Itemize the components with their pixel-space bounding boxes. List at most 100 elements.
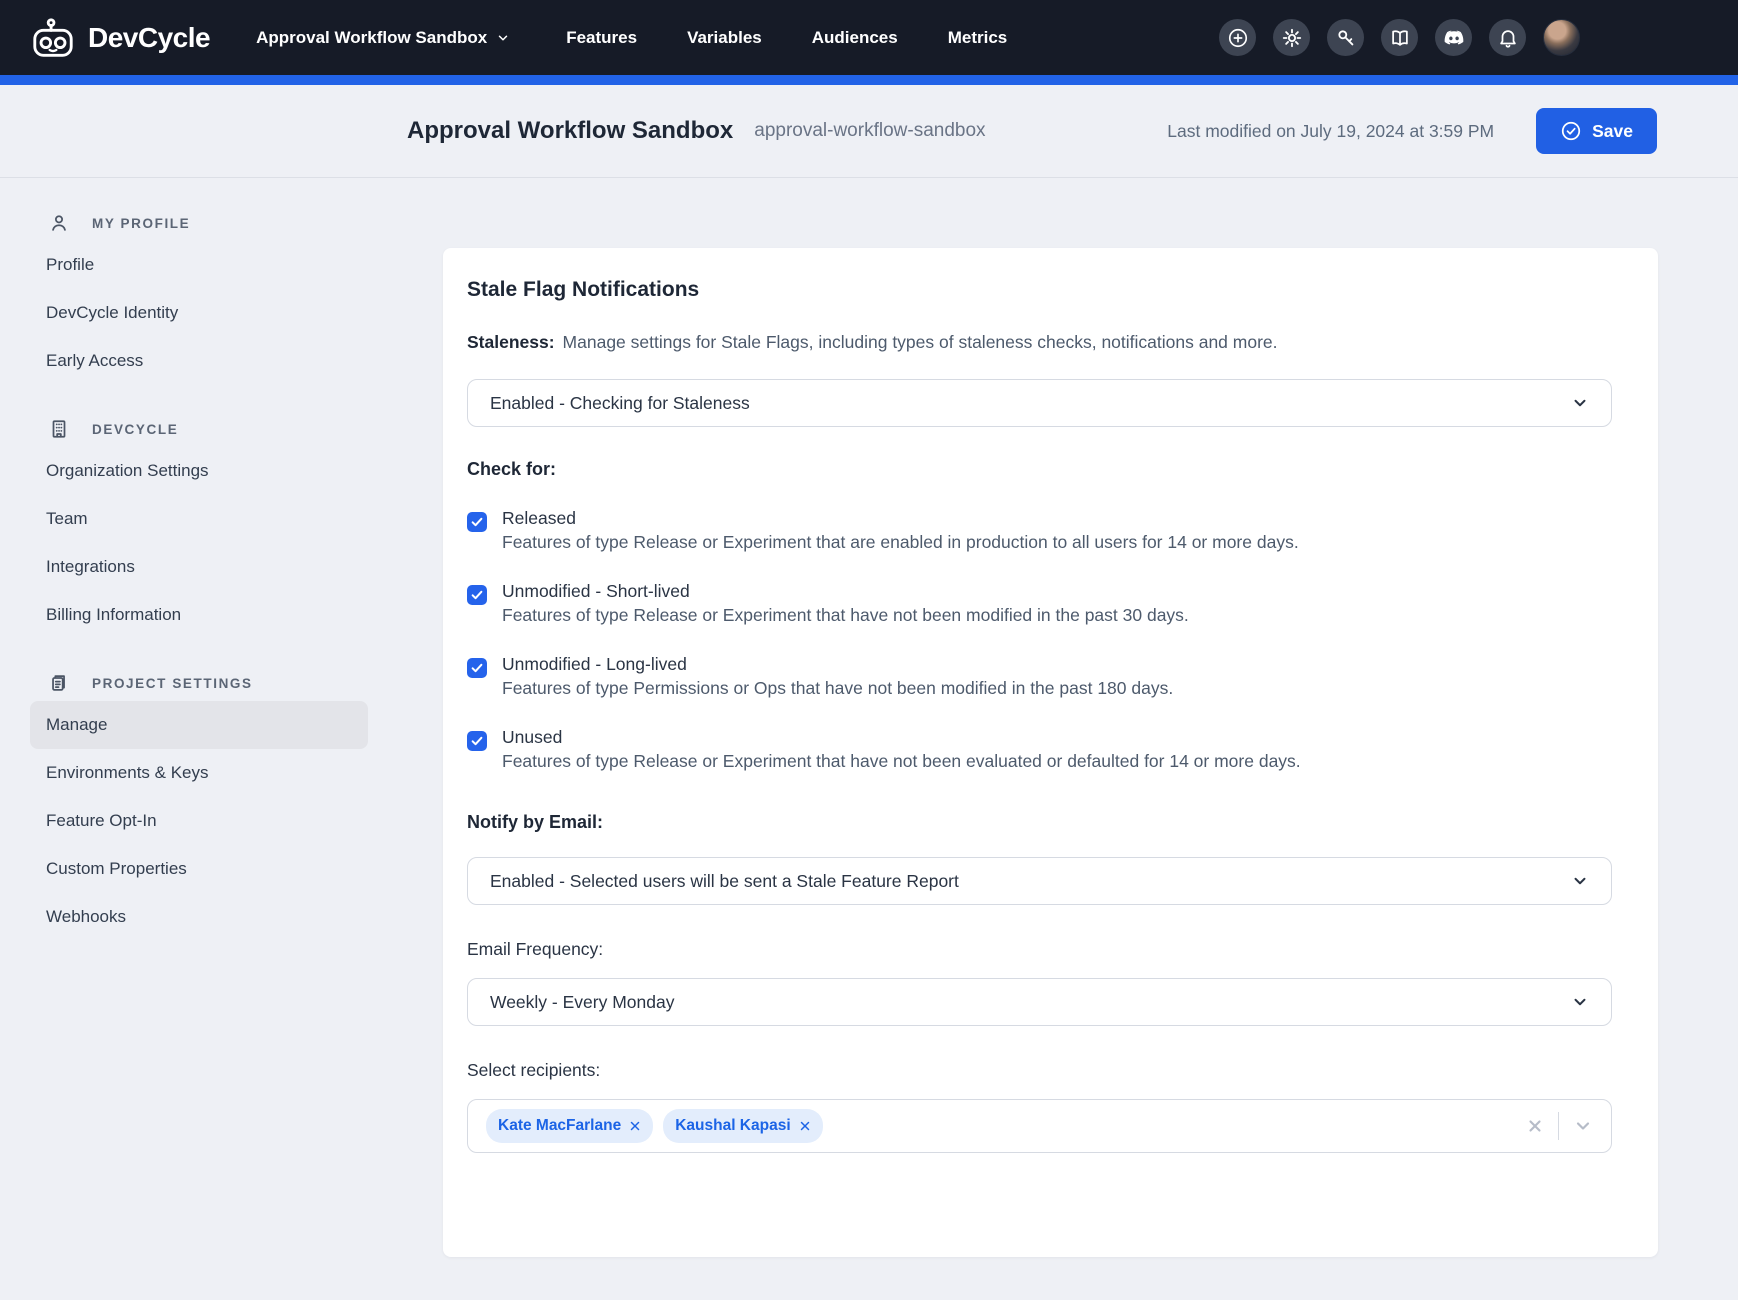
divider bbox=[1558, 1112, 1559, 1140]
top-nav-actions bbox=[1219, 19, 1580, 56]
sidebar-item-devcycle-identity[interactable]: DevCycle Identity bbox=[30, 289, 368, 337]
building-icon bbox=[48, 418, 70, 440]
chevron-down-icon bbox=[496, 31, 510, 45]
sidebar-section-my-profile: MY PROFILE bbox=[30, 205, 368, 241]
recipient-name: Kate MacFarlane bbox=[498, 1117, 621, 1135]
check-description: Features of type Release or Experiment t… bbox=[502, 751, 1301, 772]
sidebar-item-team[interactable]: Team bbox=[30, 495, 368, 543]
notify-select-value: Enabled - Selected users will be sent a … bbox=[490, 871, 959, 892]
clipboard-icon bbox=[48, 672, 70, 694]
released-checkbox[interactable] bbox=[467, 512, 487, 532]
check-icon bbox=[470, 515, 484, 529]
recipients-multiselect[interactable]: Kate MacFarlane Kaushal Kapasi bbox=[467, 1099, 1612, 1153]
check-icon bbox=[470, 588, 484, 602]
sidebar-item-webhooks[interactable]: Webhooks bbox=[30, 893, 368, 941]
staleness-select-value: Enabled - Checking for Staleness bbox=[490, 393, 750, 414]
check-icon bbox=[470, 661, 484, 675]
recipient-chip-kaushal-kapasi[interactable]: Kaushal Kapasi bbox=[663, 1109, 822, 1143]
check-circle-icon bbox=[1560, 120, 1582, 142]
project-selector-label: Approval Workflow Sandbox bbox=[256, 28, 487, 48]
check-label: Released bbox=[502, 508, 1299, 529]
sidebar-item-manage[interactable]: Manage bbox=[30, 701, 368, 749]
chevron-down-icon bbox=[1571, 394, 1589, 412]
sidebar-section-project-settings: PROJECT SETTINGS bbox=[30, 665, 368, 701]
nav-link-metrics[interactable]: Metrics bbox=[948, 28, 1008, 48]
devcycle-logo[interactable]: DevCycle bbox=[30, 17, 210, 59]
check-label: Unused bbox=[502, 727, 1301, 748]
notifications-button[interactable] bbox=[1489, 19, 1526, 56]
docs-button[interactable] bbox=[1381, 19, 1418, 56]
api-keys-button[interactable] bbox=[1327, 19, 1364, 56]
notify-select[interactable]: Enabled - Selected users will be sent a … bbox=[467, 857, 1612, 905]
check-for-label: Check for: bbox=[467, 459, 1612, 480]
unused-checkbox[interactable] bbox=[467, 731, 487, 751]
user-avatar[interactable] bbox=[1543, 19, 1580, 56]
email-frequency-label: Email Frequency: bbox=[467, 939, 1612, 960]
sidebar-item-feature-opt-in[interactable]: Feature Opt-In bbox=[30, 797, 368, 845]
sidebar-item-label: Team bbox=[46, 509, 88, 529]
sidebar-item-label: Environments & Keys bbox=[46, 763, 209, 783]
discord-button[interactable] bbox=[1435, 19, 1472, 56]
check-row-released: Released Features of type Release or Exp… bbox=[467, 508, 1612, 553]
discord-icon bbox=[1443, 27, 1465, 49]
chevron-down-icon bbox=[1571, 872, 1589, 890]
sidebar-item-label: Organization Settings bbox=[46, 461, 209, 481]
select-recipients-label: Select recipients: bbox=[467, 1060, 1612, 1081]
project-selector[interactable]: Approval Workflow Sandbox bbox=[256, 28, 510, 48]
chevron-down-icon bbox=[1571, 993, 1589, 1011]
sidebar-item-billing-information[interactable]: Billing Information bbox=[30, 591, 368, 639]
key-icon bbox=[1335, 27, 1357, 49]
unmodified-short-lived-checkbox[interactable] bbox=[467, 585, 487, 605]
frequency-select[interactable]: Weekly - Every Monday bbox=[467, 978, 1612, 1026]
remove-recipient-icon[interactable] bbox=[799, 1120, 811, 1132]
plus-circle-icon bbox=[1227, 27, 1249, 49]
staleness-description: Staleness: Manage settings for Stale Flag… bbox=[467, 332, 1612, 353]
sidebar-item-label: Manage bbox=[46, 715, 107, 735]
sidebar-item-early-access[interactable]: Early Access bbox=[30, 337, 368, 385]
chevron-down-icon[interactable] bbox=[1573, 1116, 1593, 1136]
unmodified-long-lived-checkbox[interactable] bbox=[467, 658, 487, 678]
sidebar-item-label: Billing Information bbox=[46, 605, 181, 625]
sidebar-section-label: MY PROFILE bbox=[92, 216, 190, 231]
sidebar-item-label: Custom Properties bbox=[46, 859, 187, 879]
sidebar-item-organization-settings[interactable]: Organization Settings bbox=[30, 447, 368, 495]
settings-sidebar: MY PROFILE Profile DevCycle Identity Ear… bbox=[30, 205, 368, 941]
sidebar-section-devcycle: DEVCYCLE bbox=[30, 411, 368, 447]
gear-icon bbox=[1281, 27, 1303, 49]
page-header: Approval Workflow Sandbox approval-workf… bbox=[0, 85, 1738, 178]
primary-nav: Features Variables Audiences Metrics bbox=[566, 28, 1007, 48]
staleness-text: Manage settings for Stale Flags, includi… bbox=[563, 332, 1278, 352]
create-button[interactable] bbox=[1219, 19, 1256, 56]
sidebar-section-label: DEVCYCLE bbox=[92, 422, 178, 437]
sidebar-item-environments-keys[interactable]: Environments & Keys bbox=[30, 749, 368, 797]
nav-link-audiences[interactable]: Audiences bbox=[812, 28, 898, 48]
sidebar-item-profile[interactable]: Profile bbox=[30, 241, 368, 289]
devcycle-robot-icon bbox=[30, 17, 76, 59]
multiselect-controls bbox=[1526, 1112, 1593, 1140]
staleness-label: Staleness: bbox=[467, 332, 555, 352]
staleness-select[interactable]: Enabled - Checking for Staleness bbox=[467, 379, 1612, 427]
sidebar-item-custom-properties[interactable]: Custom Properties bbox=[30, 845, 368, 893]
sidebar-item-label: DevCycle Identity bbox=[46, 303, 178, 323]
settings-button[interactable] bbox=[1273, 19, 1310, 56]
card-title: Stale Flag Notifications bbox=[467, 278, 1612, 302]
page-title: Approval Workflow Sandbox bbox=[407, 117, 733, 145]
check-label: Unmodified - Long-lived bbox=[502, 654, 1173, 675]
docs-book-icon bbox=[1389, 27, 1411, 49]
clear-all-icon[interactable] bbox=[1526, 1117, 1544, 1135]
save-button[interactable]: Save bbox=[1536, 108, 1657, 154]
notify-by-email-label: Notify by Email: bbox=[467, 812, 1612, 833]
accent-strip bbox=[0, 75, 1738, 85]
check-description: Features of type Release or Experiment t… bbox=[502, 532, 1299, 553]
nav-link-features[interactable]: Features bbox=[566, 28, 637, 48]
recipient-chip-kate-macfarlane[interactable]: Kate MacFarlane bbox=[486, 1109, 653, 1143]
sidebar-item-label: Early Access bbox=[46, 351, 143, 371]
check-description: Features of type Release or Experiment t… bbox=[502, 605, 1189, 626]
top-nav: DevCycle Approval Workflow Sandbox Featu… bbox=[0, 0, 1738, 75]
sidebar-item-label: Integrations bbox=[46, 557, 135, 577]
nav-link-variables[interactable]: Variables bbox=[687, 28, 762, 48]
remove-recipient-icon[interactable] bbox=[629, 1120, 641, 1132]
check-row-unmodified-short-lived: Unmodified - Short-lived Features of typ… bbox=[467, 581, 1612, 626]
frequency-select-value: Weekly - Every Monday bbox=[490, 992, 674, 1013]
sidebar-item-integrations[interactable]: Integrations bbox=[30, 543, 368, 591]
